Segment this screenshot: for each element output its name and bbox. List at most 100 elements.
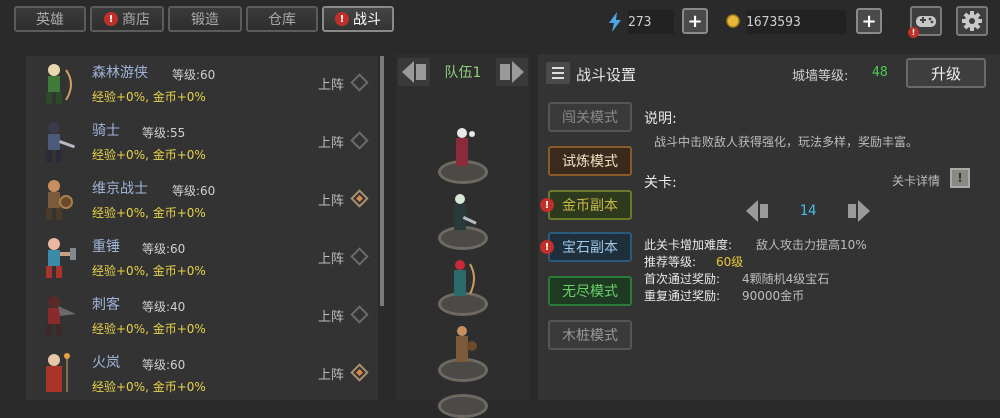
- first-clear-reward-value: 4颗随机4级宝石: [742, 272, 830, 286]
- mode-button-gem-dungeon[interactable]: 宝石副本: [548, 232, 632, 262]
- team-label: 队伍1: [444, 65, 482, 81]
- gamepad-button[interactable]: !: [908, 6, 942, 38]
- alert-icon: !: [335, 12, 349, 26]
- add-energy-button[interactable]: +: [682, 8, 708, 34]
- lightning-icon: [609, 12, 621, 32]
- stage-detail-button[interactable]: !: [950, 168, 970, 188]
- stage-number: 14: [799, 203, 817, 219]
- hero-name: 重锤: [92, 239, 120, 255]
- knight-sprite-icon: [46, 122, 76, 162]
- menu-icon[interactable]: [546, 62, 570, 84]
- hero-name: 刺客: [92, 297, 120, 313]
- hero-row-hammer[interactable]: 重锤 等级:60 经验+0%, 金币+0% 上阵: [26, 230, 378, 286]
- hero-bonus: 经验+0%, 金币+0%: [92, 206, 206, 220]
- hero-level: 等级:55: [142, 126, 186, 140]
- recommended-level-value: 60级: [716, 255, 744, 269]
- repeat-clear-reward-label: 重复通过奖励:: [644, 289, 721, 303]
- deploy-label: 上阵: [318, 368, 345, 383]
- hero-row-ranger[interactable]: 森林游侠 等级:60 经验+0%, 金币+0% 上阵: [26, 56, 378, 112]
- stage-detail-label: 关卡详情: [892, 174, 941, 188]
- description-label: 说明:: [644, 111, 677, 127]
- description-text: 战斗中击败敌人获得强化，玩法多样，奖励丰富。: [654, 135, 919, 149]
- alert-icon: !: [104, 12, 118, 26]
- deploy-label: 上阵: [318, 194, 345, 209]
- energy-value: 273: [628, 10, 674, 34]
- deploy-label: 上阵: [318, 252, 345, 267]
- next-stage-button[interactable]: [846, 198, 872, 224]
- info-icon: !: [957, 171, 963, 185]
- tab-label: 仓库: [268, 12, 296, 28]
- hero-list-scrollbar[interactable]: [380, 56, 384, 306]
- recommended-level-label: 推荐等级:: [644, 255, 697, 269]
- tab-heroes[interactable]: 英雄: [14, 6, 86, 32]
- hero-name: 骑士: [92, 123, 120, 139]
- hero-level: 等级:60: [172, 184, 216, 198]
- hero-bonus: 经验+0%, 金币+0%: [92, 322, 206, 336]
- deploy-label: 上阵: [318, 78, 345, 93]
- mode-button-gold-dungeon[interactable]: 金币副本: [548, 190, 632, 220]
- alert-icon: !: [540, 198, 554, 212]
- hero-row-mage[interactable]: 火岚 等级:60 经验+0%, 金币+0% 上阵: [26, 346, 378, 400]
- hero-bonus: 经验+0%, 金币+0%: [92, 148, 206, 162]
- wall-level-label: 城墙等级:: [792, 69, 849, 84]
- mage-sprite-icon: [456, 128, 475, 166]
- hero-row-assassin[interactable]: 刺客 等级:40 经验+0%, 金币+0% 上阵: [26, 288, 378, 344]
- tab-warehouse[interactable]: 仓库: [246, 6, 318, 32]
- hero-level: 等级:60: [142, 358, 186, 372]
- deploy-checkbox[interactable]: [350, 131, 369, 150]
- hero-bonus: 经验+0%, 金币+0%: [92, 380, 206, 394]
- viking-sprite-icon: [456, 326, 477, 362]
- hero-name: 火岚: [92, 355, 120, 371]
- ranger-sprite-icon: [454, 260, 475, 296]
- tab-label: 锻造: [191, 12, 219, 28]
- wall-level-value: 48: [872, 65, 888, 80]
- deploy-checkbox[interactable]: [350, 305, 369, 324]
- hero-row-knight[interactable]: 骑士 等级:55 经验+0%, 金币+0% 上阵: [26, 114, 378, 170]
- hero-level: 等级:60: [172, 68, 216, 82]
- hero-bonus: 经验+0%, 金币+0%: [92, 90, 206, 104]
- add-gold-button[interactable]: +: [856, 8, 882, 34]
- tab-forge[interactable]: 锻造: [168, 6, 242, 32]
- hero-name: 森林游侠: [92, 65, 148, 81]
- repeat-clear-reward-value: 90000金币: [742, 289, 805, 303]
- hammer-sprite-icon: [46, 238, 76, 278]
- mode-button-dummy[interactable]: 木桩模式: [548, 320, 632, 350]
- assassin-sprite-icon: [46, 296, 76, 336]
- gear-icon: [962, 11, 982, 31]
- settings-button[interactable]: [956, 6, 988, 36]
- deploy-checkbox-checked[interactable]: [350, 189, 369, 208]
- tab-label: 战斗: [353, 12, 381, 28]
- deploy-checkbox-checked[interactable]: [350, 363, 369, 382]
- upgrade-button[interactable]: 升级: [906, 58, 986, 88]
- alert-icon: !: [540, 240, 554, 254]
- battle-settings-title: 战斗设置: [576, 66, 637, 84]
- mode-button-endless[interactable]: 无尽模式: [548, 276, 632, 306]
- prev-stage-button[interactable]: [744, 198, 770, 224]
- ranger-sprite-icon: [46, 64, 72, 104]
- next-team-button[interactable]: [496, 58, 528, 86]
- difficulty-label: 此关卡增加难度:: [644, 238, 733, 252]
- tab-shop[interactable]: ! 商店: [90, 6, 164, 32]
- deploy-label: 上阵: [318, 136, 345, 151]
- mode-button-campaign[interactable]: 闯关模式: [548, 102, 632, 132]
- viking-sprite-icon: [46, 180, 73, 220]
- team-slot-pedestal[interactable]: [438, 394, 488, 418]
- hero-level: 等级:40: [142, 300, 186, 314]
- first-clear-reward-label: 首次通过奖励:: [644, 272, 721, 286]
- tab-battle[interactable]: ! 战斗: [322, 6, 394, 32]
- deploy-checkbox[interactable]: [350, 73, 369, 92]
- prev-team-button[interactable]: [398, 58, 430, 86]
- hero-list[interactable]: 森林游侠 等级:60 经验+0%, 金币+0% 上阵 骑士 等级:55 经验+0…: [26, 56, 378, 400]
- deploy-label: 上阵: [318, 310, 345, 325]
- hero-level: 等级:60: [142, 242, 186, 256]
- hero-row-viking[interactable]: 维京战士 等级:60 经验+0%, 金币+0% 上阵: [26, 172, 378, 228]
- tab-label: 英雄: [36, 12, 64, 28]
- tab-label: 商店: [122, 12, 150, 28]
- gold-value: 1673593: [746, 10, 846, 34]
- hero-name: 维京战士: [92, 181, 148, 197]
- difficulty-value: 敌人攻击力提高10%: [756, 238, 867, 252]
- deploy-checkbox[interactable]: [350, 247, 369, 266]
- gold-coin-icon: [726, 14, 740, 28]
- gamepad-icon: [916, 16, 936, 27]
- mode-button-trial[interactable]: 试炼模式: [548, 146, 632, 176]
